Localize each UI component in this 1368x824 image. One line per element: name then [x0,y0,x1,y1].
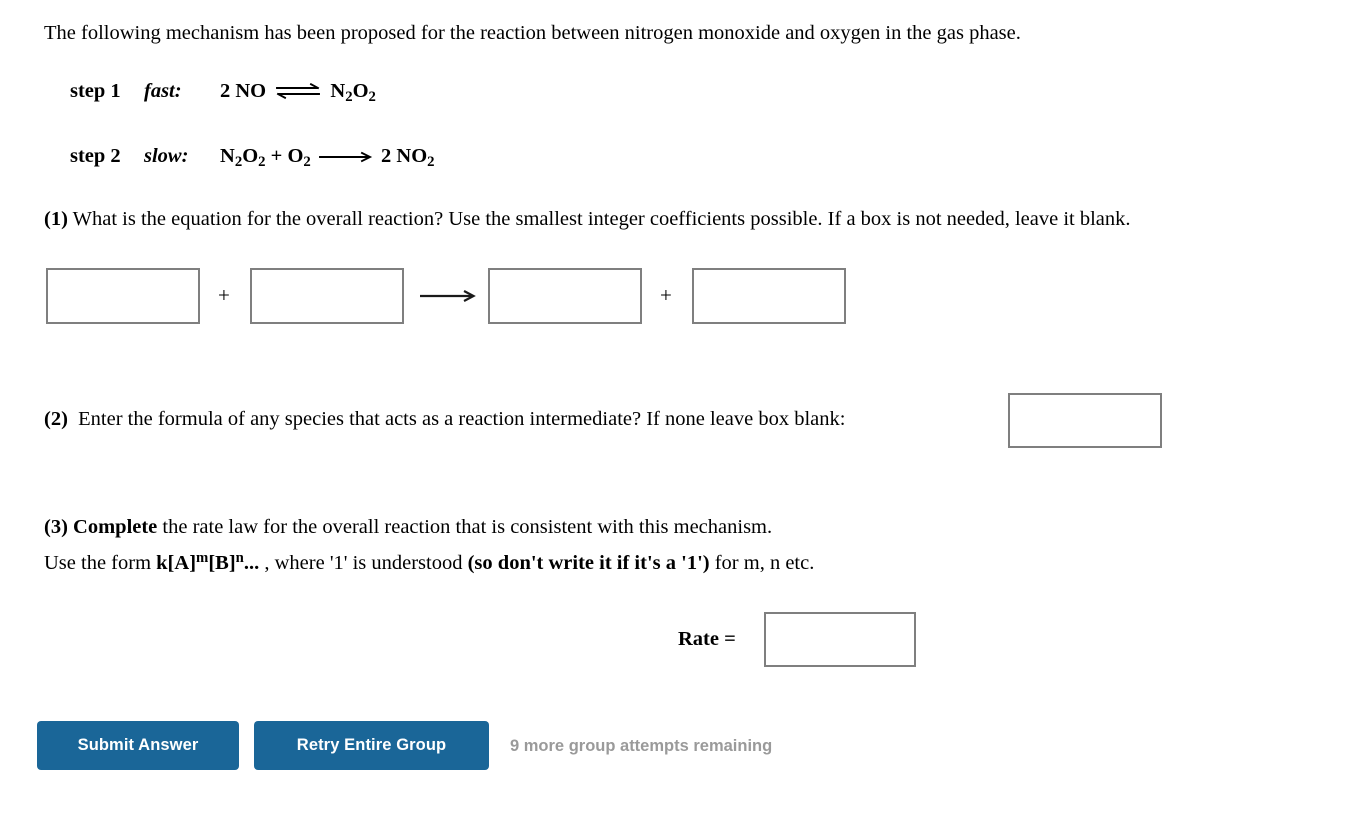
rate-label: Rate = [678,628,736,650]
rate-form-k: k[A] [156,552,197,574]
question-3-line-1-rest: the rate law for the overall reaction th… [157,516,773,538]
overall-reaction-arrow-icon [419,288,482,304]
equilibrium-arrow-icon [275,83,321,101]
answer-box-intermediate[interactable] [1008,393,1162,448]
step-2-equation: N2O2 + O2 2 NO2 [220,145,435,171]
rate-form-mid: , where '1' is understood [259,552,468,574]
step-2-products: 2 NO2 [381,145,435,171]
question-1-text: (1) What is the equation for the overall… [44,206,1131,232]
question-2-body: Enter the formula of any species that ac… [78,408,846,430]
question-2-text: (2) Enter the formula of any species tha… [44,406,845,432]
step-1-speed: fast: [144,80,182,102]
attempts-remaining-text: 9 more group attempts remaining [510,737,773,755]
mechanism-step-1: step 1 fast: 2 NO N2O2 [70,80,376,106]
submit-answer-button[interactable]: Submit Answer [37,721,239,770]
step-1-reactant: 2 NO [220,80,267,102]
question-1-body: What is the equation for the overall rea… [67,208,1131,230]
answer-box-reactant-1[interactable] [46,268,200,324]
plus-operator-2: + [660,283,672,307]
question-3-line-1: (3) Complete the rate law for the overal… [44,514,772,540]
answer-box-reactant-2[interactable] [250,268,404,324]
reaction-arrow-icon [318,150,373,164]
rate-form-prefix: Use the form [44,552,157,574]
step-1-equation: 2 NO N2O2 [220,80,376,106]
intro-text: The following mechanism has been propose… [44,22,1021,44]
question-2-number: (2) [44,408,68,430]
step-2-label: step 2 [70,145,121,167]
question-3-line-2: Use the form k[A]m[B]n... , where '1' is… [44,550,814,576]
rate-form-b: [B] [208,552,236,574]
answer-box-product-2[interactable] [692,268,846,324]
rate-form-n: n [235,550,244,567]
answer-box-rate-law[interactable] [764,612,916,667]
question-3-number: (3) [44,516,68,538]
answer-box-product-1[interactable] [488,268,642,324]
rate-law-form: k[A]m[B]n... [156,550,260,574]
rate-form-suffix: for m, n etc. [709,552,815,574]
plus-operator-1: + [218,283,230,307]
step-2-reactants: N2O2 + O2 [220,145,311,171]
mechanism-step-2: step 2 slow: N2O2 + O2 2 NO2 [70,145,435,171]
rate-form-ellipsis: ... [243,552,260,574]
step-1-label: step 1 [70,80,121,102]
question-3-bold-lead: Complete [73,516,158,538]
step-2-speed: slow: [144,145,189,167]
retry-entire-group-button[interactable]: Retry Entire Group [254,721,489,770]
rate-form-m: m [196,550,209,567]
rate-form-bold-note: (so don't write it if it's a '1') [467,552,710,574]
step-1-product: N2O2 [330,80,376,106]
worksheet-page: The following mechanism has been propose… [0,0,1368,824]
question-1-number: (1) [44,208,68,230]
